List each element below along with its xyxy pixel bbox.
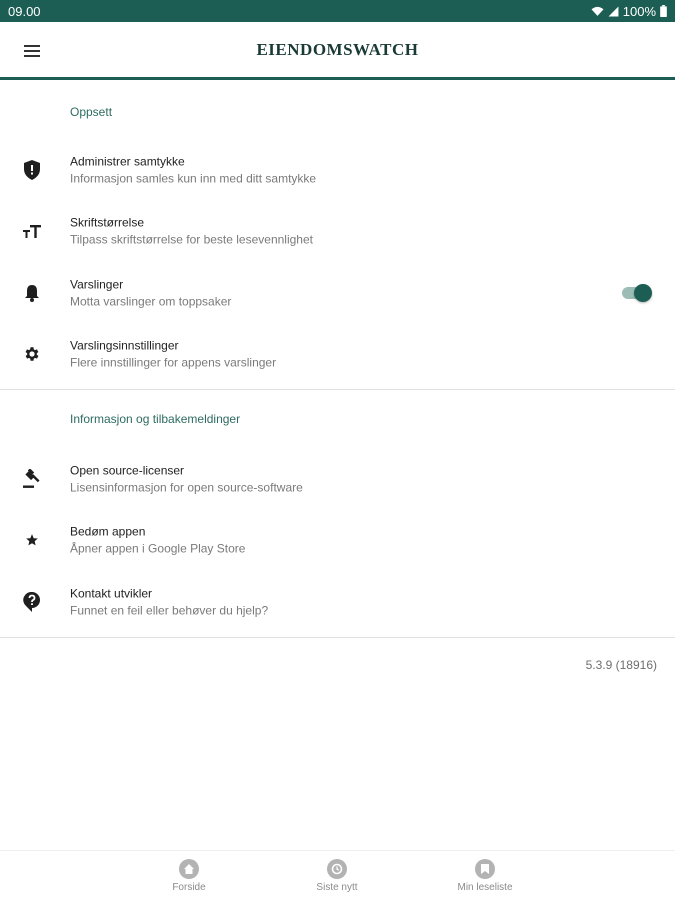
clock-icon [327, 859, 347, 879]
setting-subtitle: Motta varslinger om toppsaker [70, 294, 232, 309]
bell-icon [20, 281, 44, 305]
star-icon [20, 528, 44, 552]
setting-subtitle: Funnet en feil eller behøver du hjelp? [70, 603, 269, 618]
section-header-info: Informasjon og tilbakemeldinger [70, 412, 241, 426]
setting-contact-developer[interactable]: Kontakt utvikler Funnet en feil eller be… [0, 571, 675, 633]
setting-subtitle: Informasjon samles kun inn med ditt samt… [70, 171, 317, 186]
notifications-toggle[interactable] [622, 283, 652, 302]
setting-title: Varslingsinnstillinger [70, 338, 179, 353]
app-title: EIENDOMSWATCH [256, 40, 419, 59]
status-icons: 100% [591, 4, 667, 19]
gavel-icon [20, 467, 44, 491]
setting-title: Skriftstørrelse [70, 215, 145, 230]
battery-icon [660, 5, 667, 17]
setting-title: Kontakt utvikler [70, 586, 153, 601]
shield-icon [20, 158, 44, 182]
setting-notifications[interactable]: Varslinger Motta varslinger om toppsaker [0, 262, 675, 324]
setting-title: Administrer samtykke [70, 154, 185, 169]
status-time: 09.00 [8, 3, 41, 19]
font-size-icon [20, 219, 44, 243]
section-header-oppsett: Oppsett [70, 105, 113, 119]
setting-subtitle: Lisensinformasjon for open source-softwa… [70, 480, 303, 495]
nav-item-siste-nytt[interactable]: Siste nytt [287, 859, 387, 893]
app-version: 5.3.9 (18916) [585, 657, 657, 672]
status-bar: 09.00 100% [0, 0, 675, 22]
bottom-navigation: Forside Siste nytt Min leseliste [0, 850, 675, 900]
gear-icon [20, 342, 44, 366]
setting-title: Open source-licenser [70, 463, 185, 478]
settings-list: Oppsett Administrer samtykke Informasjon… [0, 81, 675, 694]
setting-rate-app[interactable]: Bedøm appen Åpner appen i Google Play St… [0, 510, 675, 572]
setting-subtitle: Åpner appen i Google Play Store [70, 541, 246, 556]
nav-label: Forside [172, 882, 206, 893]
setting-title: Bedøm appen [70, 524, 146, 539]
bookmark-icon [475, 859, 495, 879]
help-icon [20, 590, 44, 614]
nav-item-min-leseliste[interactable]: Min leseliste [435, 859, 535, 893]
nav-label: Min leseliste [457, 882, 513, 893]
wifi-icon [591, 6, 604, 16]
setting-font-size[interactable]: Skriftstørrelse Tilpass skriftstørrelse … [0, 201, 675, 263]
setting-notification-settings[interactable]: Varslingsinnstillinger Flere innstilling… [0, 324, 675, 386]
signal-icon [608, 6, 619, 16]
toggle-thumb [634, 283, 652, 302]
nav-item-forside[interactable]: Forside [139, 859, 239, 893]
home-icon [179, 859, 199, 879]
battery-percent: 100% [622, 3, 656, 19]
setting-subtitle: Flere innstillinger for appens varslinge… [70, 355, 277, 370]
nav-label: Siste nytt [316, 882, 358, 893]
setting-open-source-licenses[interactable]: Open source-licenser Lisensinformasjon f… [0, 448, 675, 510]
app-bar: EIENDOMSWATCH [0, 22, 675, 80]
setting-title: Varslinger [70, 277, 124, 292]
setting-manage-consent[interactable]: Administrer samtykke Informasjon samles … [0, 139, 675, 201]
setting-subtitle: Tilpass skriftstørrelse for beste leseve… [70, 232, 313, 247]
